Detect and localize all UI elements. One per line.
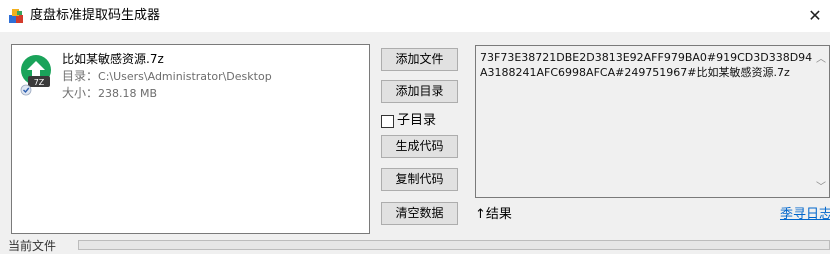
title-bar: 度盘标准提取码生成器 ✕ xyxy=(0,0,830,32)
add-file-button[interactable]: 添加文件 xyxy=(381,48,458,71)
directory-value: C:\Users\Administrator\Desktop xyxy=(98,70,272,83)
result-label: ↑结果 xyxy=(475,207,512,222)
close-icon: ✕ xyxy=(808,6,822,25)
blog-link[interactable]: 季寻日志 xyxy=(780,206,830,224)
copy-code-button[interactable]: 复制代码 xyxy=(381,168,458,191)
file-size: 大小：238.18 MB xyxy=(62,85,157,102)
result-text[interactable]: 73F73E38721DBE2D3813E92AFF979BA0#919CD3D… xyxy=(480,50,815,80)
size-label: 大小： xyxy=(62,86,99,100)
current-file-label: 当前文件 xyxy=(8,239,57,253)
list-item[interactable]: 7Z 比如某敏感资源.7z 目录：C:\Users\Administrator\… xyxy=(16,49,366,102)
file-name: 比如某敏感资源.7z xyxy=(62,52,164,66)
current-file-field xyxy=(78,240,830,250)
result-textbox[interactable]: 73F73E38721DBE2D3813E92AFF979BA0#919CD3D… xyxy=(475,45,830,198)
colored-blocks-icon xyxy=(9,9,23,23)
scroll-down-icon[interactable]: ﹀ xyxy=(815,178,827,193)
generate-code-button[interactable]: 生成代码 xyxy=(381,135,458,158)
size-value: 238.18 MB xyxy=(98,87,158,100)
checkbox-box[interactable] xyxy=(381,114,394,128)
subdirectory-checkbox[interactable]: 子目录 xyxy=(381,112,436,130)
scroll-up-icon[interactable]: ︿ xyxy=(815,50,827,65)
clear-data-button[interactable]: 清空数据 xyxy=(381,202,458,225)
close-button[interactable]: ✕ xyxy=(800,4,830,28)
add-directory-button[interactable]: 添加目录 xyxy=(381,80,458,103)
file-list[interactable]: 7Z 比如某敏感资源.7z 目录：C:\Users\Administrator\… xyxy=(11,44,370,234)
7z-archive-icon: 7Z xyxy=(20,55,51,96)
window-title: 度盘标准提取码生成器 xyxy=(30,8,161,23)
subdirectory-label: 子目录 xyxy=(397,113,437,128)
file-directory: 目录：C:\Users\Administrator\Desktop xyxy=(62,68,272,85)
directory-label: 目录： xyxy=(62,69,99,83)
file-type-badge: 7Z xyxy=(34,78,45,87)
